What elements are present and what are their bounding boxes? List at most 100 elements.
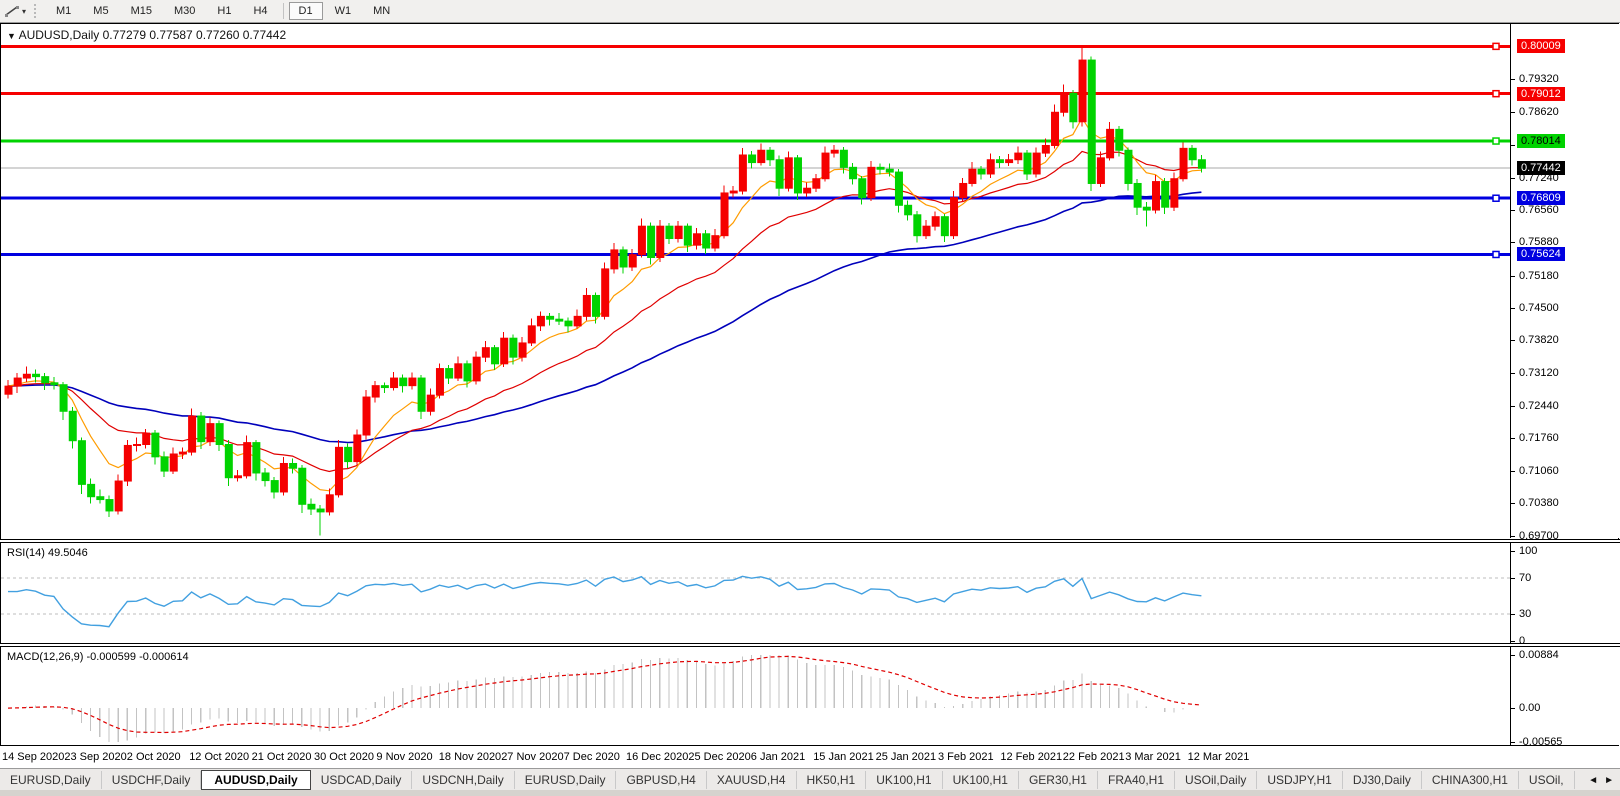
chart-tab-eurusd-daily[interactable]: EURUSD,Daily (515, 771, 617, 789)
date-label: 15 Jan 2021 (813, 751, 874, 763)
price-tick-mark (1511, 373, 1515, 374)
chart-tab-usdchf-daily[interactable]: USDCHF,Daily (102, 771, 202, 789)
chart-tab-eurusd-daily[interactable]: EURUSD,Daily (0, 771, 102, 789)
date-label: 25 Jan 2021 (876, 751, 937, 763)
price-tick-label: 0.72440 (1519, 400, 1559, 412)
rsi-panel[interactable] (1, 543, 1510, 643)
price-tick-label: 0.73120 (1519, 367, 1559, 379)
timeframe-button-d1[interactable]: D1 (289, 2, 323, 20)
hline-price-badge: 0.79012 (1517, 87, 1565, 101)
hline-price-badge: 0.80009 (1517, 39, 1565, 53)
chart-tab-dj30-daily[interactable]: DJ30,Daily (1343, 771, 1422, 789)
date-label: 9 Nov 2020 (376, 751, 432, 763)
macd-canvas[interactable] (1, 647, 1510, 745)
rsi-tick-mark (1511, 578, 1515, 579)
macd-tick-label: 0.00884 (1519, 649, 1559, 661)
mt4-terminal: ▾ M1M5M15M30H1H4 D1W1MN ▼ AUDUSD,Daily 0.… (0, 0, 1620, 796)
date-label: 6 Jan 2021 (751, 751, 805, 763)
chart-tab-hk50-h1[interactable]: HK50,H1 (797, 771, 867, 789)
chart-tab-usoil-[interactable]: USOil, (1519, 771, 1575, 789)
rsi-tick-mark (1511, 551, 1515, 552)
date-label: 30 Oct 2020 (314, 751, 374, 763)
price-tick-mark (1511, 112, 1515, 113)
date-label: 12 Oct 2020 (189, 751, 249, 763)
timeframe-button-mn[interactable]: MN (363, 2, 400, 20)
time-axis: 14 Sep 202023 Sep 20202 Oct 2020 12 Oct 2… (0, 745, 1619, 769)
timeframe-button-m1[interactable]: M1 (46, 2, 81, 20)
price-tick-label: 0.79320 (1519, 73, 1559, 85)
macd-label: MACD(12,26,9) -0.000599 -0.000614 (7, 651, 189, 663)
timeframe-button-h4[interactable]: H4 (243, 2, 277, 20)
main-chart-plot[interactable] (1, 24, 1510, 538)
chart-tab-usoil-daily[interactable]: USOil,Daily (1175, 771, 1257, 789)
timeframe-button-h1[interactable]: H1 (207, 2, 241, 20)
date-label: 18 Nov 2020 (439, 751, 501, 763)
price-tick-mark (1511, 145, 1515, 146)
date-label: 23 Sep 2020 (64, 751, 126, 763)
rsi-tick-mark (1511, 641, 1515, 642)
chart-tab-usdcad-daily[interactable]: USDCAD,Daily (311, 771, 413, 789)
date-label: 14 Sep 2020 (2, 751, 64, 763)
tab-scroll-left-icon[interactable]: ◄ (1585, 775, 1601, 786)
price-tick-label: 0.76560 (1519, 204, 1559, 216)
date-label: 3 Mar 2021 (1125, 751, 1181, 763)
price-tick-mark (1511, 210, 1515, 211)
candlestick-canvas[interactable] (1, 24, 1510, 538)
date-label: 3 Feb 2021 (938, 751, 994, 763)
rsi-tick-label: 70 (1519, 572, 1531, 584)
price-tick-mark (1511, 503, 1515, 504)
chart-tab-ger30-h1[interactable]: GER30,H1 (1019, 771, 1098, 789)
chart-tab-china300-h1[interactable]: CHINA300,H1 (1422, 771, 1519, 789)
chart-tab-usdjpy-h1[interactable]: USDJPY,H1 (1257, 771, 1342, 789)
line-studies-icon[interactable] (4, 4, 20, 18)
symbol-menu-caret-icon[interactable]: ▼ (7, 31, 16, 41)
macd-tick-mark (1511, 655, 1515, 656)
chart-tab-xauusd-h4[interactable]: XAUUSD,H4 (707, 771, 797, 789)
date-label: 2 Oct 2020 (127, 751, 181, 763)
price-tick-mark (1511, 242, 1515, 243)
price-tick-mark (1511, 406, 1515, 407)
price-tick-label: 0.75180 (1519, 270, 1559, 282)
chevron-down-icon[interactable]: ▾ (22, 7, 26, 16)
chart-tab-bar: EURUSD,DailyUSDCHF,DailyAUDUSD,DailyUSDC… (0, 768, 1620, 791)
timeframe-button-m30[interactable]: M30 (164, 2, 205, 20)
date-label: 22 Feb 2021 (1063, 751, 1125, 763)
macd-tick-mark (1511, 742, 1515, 743)
price-tick-label: 0.78620 (1519, 106, 1559, 118)
price-tick-mark (1511, 536, 1515, 537)
toolbar-separator (283, 3, 284, 19)
chart-title: ▼ AUDUSD,Daily 0.77279 0.77587 0.77260 0… (7, 28, 286, 42)
rsi-label: RSI(14) 49.5046 (7, 547, 88, 559)
price-axis: 0.793200.786200.779400.772400.765600.758… (1510, 24, 1620, 538)
price-tick-mark (1511, 340, 1515, 341)
toolbar-drag-handle[interactable] (34, 4, 39, 18)
chart-tab-gbpusd-h4[interactable]: GBPUSD,H4 (616, 771, 706, 789)
price-tick-label: 0.73820 (1519, 334, 1559, 346)
macd-tick-mark (1511, 708, 1515, 709)
chart-tab-audusd-daily[interactable]: AUDUSD,Daily (201, 770, 310, 790)
tab-scroll-right-icon[interactable]: ► (1601, 775, 1617, 786)
chart-tab-usdcnh-daily[interactable]: USDCNH,Daily (412, 771, 514, 789)
price-tick-label: 0.71060 (1519, 465, 1559, 477)
timeframe-button-w1[interactable]: W1 (325, 2, 362, 20)
price-tick-label: 0.74500 (1519, 302, 1559, 314)
price-tick-mark (1511, 79, 1515, 80)
macd-tick-label: 0.00 (1519, 702, 1540, 714)
macd-panel[interactable] (1, 647, 1510, 745)
hline-price-badge: 0.76809 (1517, 191, 1565, 205)
rsi-tick-mark (1511, 614, 1515, 615)
timeframe-toolbar: ▾ M1M5M15M30H1H4 D1W1MN (0, 0, 1620, 23)
price-tick-label: 0.71760 (1519, 432, 1559, 444)
date-label: 25 Dec 2020 (688, 751, 750, 763)
rsi-tick-label: 30 (1519, 608, 1531, 620)
rsi-canvas[interactable] (1, 543, 1510, 643)
chart-tab-uk100-h1[interactable]: UK100,H1 (866, 771, 942, 789)
chart-tab-uk100-h1[interactable]: UK100,H1 (943, 771, 1019, 789)
timeframe-button-m5[interactable]: M5 (83, 2, 118, 20)
timeframe-button-m15[interactable]: M15 (121, 2, 162, 20)
date-label: 16 Dec 2020 (626, 751, 688, 763)
tab-scroll-controls: ◄► (1585, 775, 1620, 786)
chart-ohlc-values: 0.77279 0.77587 0.77260 0.77442 (103, 28, 287, 42)
price-tick-mark (1511, 276, 1515, 277)
chart-tab-fra40-h1[interactable]: FRA40,H1 (1098, 771, 1175, 789)
